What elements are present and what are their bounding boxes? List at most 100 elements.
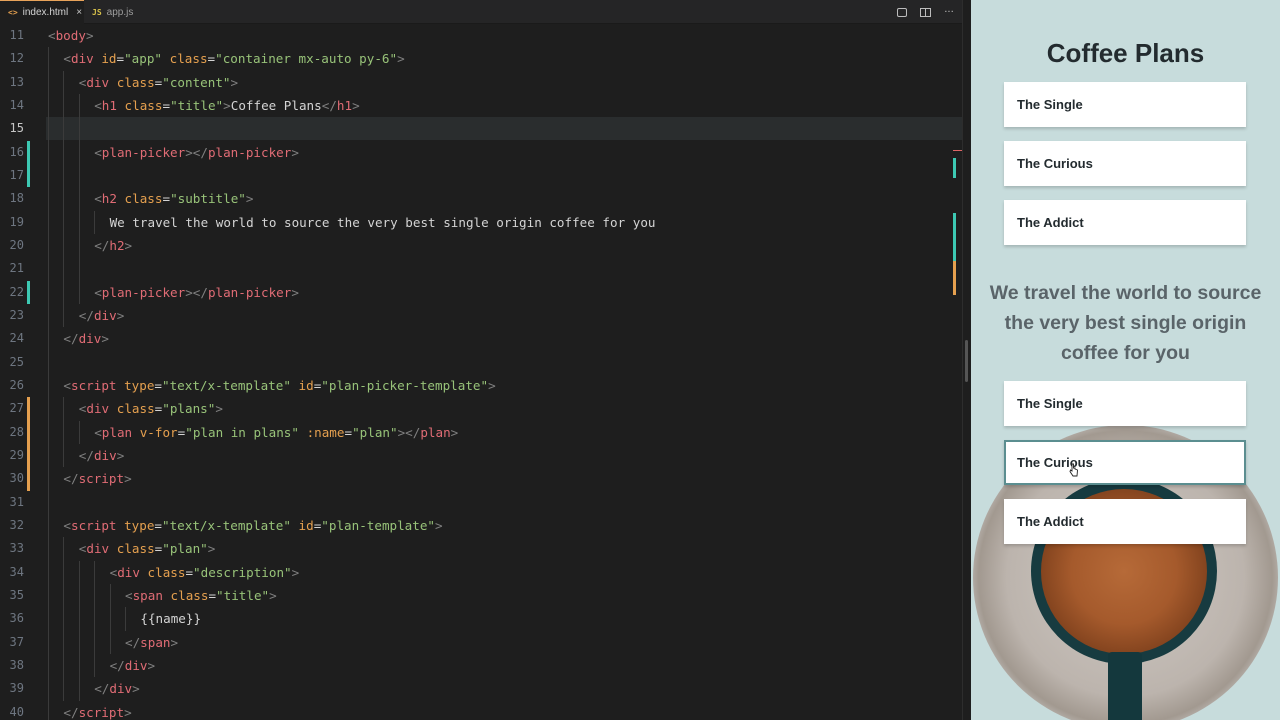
line-number: 28 xyxy=(9,424,24,439)
code-line[interactable]: <plan v-for="plan in plans" :name="plan"… xyxy=(94,421,458,444)
code-line[interactable]: </div> xyxy=(79,444,125,467)
editor-scrollbar-thumb[interactable] xyxy=(965,340,968,382)
code-line[interactable]: <script type="text/x-template" id="plan-… xyxy=(63,514,442,537)
indent-guide xyxy=(78,93,80,304)
code-line[interactable]: <div class="description"> xyxy=(110,561,300,584)
code-line[interactable]: </span> xyxy=(125,631,178,654)
line-number: 14 xyxy=(9,97,24,112)
code-token: > xyxy=(450,424,459,440)
code-line[interactable]: <plan-picker></plan-picker> xyxy=(94,281,299,304)
line-number: 18 xyxy=(9,191,24,206)
line-number: 34 xyxy=(9,564,24,579)
plan-card-addict[interactable]: The Addict xyxy=(1004,499,1246,544)
code-line[interactable]: <div id="app" class="container mx-auto p… xyxy=(63,47,404,70)
code-line[interactable]: <h2 class="subtitle"> xyxy=(94,187,253,210)
code-line[interactable]: <div class="content"> xyxy=(79,71,238,94)
plan-card-single[interactable]: The Single xyxy=(1004,82,1246,127)
code-token: span xyxy=(140,634,171,650)
code-token: plan-picker xyxy=(207,284,292,300)
code-line[interactable]: <plan-picker></plan-picker> xyxy=(94,141,299,164)
tab-label: index.html xyxy=(22,7,69,18)
indent-guide xyxy=(94,560,96,678)
line-number: 36 xyxy=(9,611,24,626)
gutter-change-marker xyxy=(27,280,30,304)
code-line[interactable]: </script> xyxy=(63,467,131,490)
more-actions-icon[interactable]: ··· xyxy=(944,7,954,18)
code-token: > xyxy=(291,284,299,300)
code-line[interactable]: </div> xyxy=(79,304,125,327)
code-token: > xyxy=(101,331,109,347)
code-token: = xyxy=(207,51,216,67)
line-number: 37 xyxy=(9,634,24,649)
code-token: class xyxy=(170,587,209,603)
indent-guide xyxy=(63,397,65,468)
indent-guide xyxy=(94,210,96,234)
code-line[interactable]: <script type="text/x-template" id="plan-… xyxy=(63,374,495,397)
indent-guide xyxy=(63,70,65,328)
split-editor-icon[interactable] xyxy=(920,7,931,17)
code-line[interactable]: </div> xyxy=(94,677,140,700)
open-changes-icon[interactable] xyxy=(897,7,907,17)
code-line[interactable]: </div> xyxy=(63,327,109,350)
plan-card-single[interactable]: The Single xyxy=(1004,381,1246,426)
code-editor[interactable]: <> index.html × JS app.js ··· 11 12 13 14 15… xyxy=(0,0,962,720)
plan-card-curious[interactable]: The Curious xyxy=(1004,141,1246,186)
code-token: </ xyxy=(63,704,79,720)
code-token: plan-picker xyxy=(207,144,292,160)
plan-card-addict[interactable]: The Addict xyxy=(1004,200,1246,245)
line-number: 33 xyxy=(9,541,24,556)
code-token: "plan" xyxy=(162,541,208,557)
plan-card-curious-hovered[interactable]: The Curious xyxy=(1004,440,1246,485)
code-token: "plan-picker-template" xyxy=(321,377,489,393)
code-token: < xyxy=(63,517,71,533)
code-token: ></ xyxy=(185,144,208,160)
line-number: 16 xyxy=(9,144,24,159)
code-line[interactable]: <h1 class="title">Coffee Plans</h1> xyxy=(94,94,359,117)
code-line[interactable]: </h2> xyxy=(94,234,132,257)
code-token: :name xyxy=(306,424,345,440)
code-line[interactable]: <div class="plan"> xyxy=(79,537,216,560)
code-token: "subtitle" xyxy=(170,191,246,207)
code-token: > xyxy=(124,237,133,253)
tab-index-html[interactable]: <> index.html × xyxy=(0,0,84,24)
code-line[interactable]: <div class="plans"> xyxy=(79,397,223,420)
code-token: > xyxy=(207,541,216,557)
code-token: script xyxy=(70,517,117,533)
code-token: < xyxy=(63,51,71,67)
code-line[interactable]: </div> xyxy=(110,654,156,677)
code-line[interactable]: We travel the world to source the very b… xyxy=(110,211,656,234)
code-token: v-for xyxy=(139,424,178,440)
code-area[interactable]: <body> <div id="app" class="container mx-… xyxy=(48,24,962,720)
line-number: 26 xyxy=(9,377,24,392)
code-line[interactable]: <span class="title"> xyxy=(125,584,277,607)
overview-ruler-error xyxy=(953,150,962,151)
code-token: class xyxy=(116,541,155,557)
code-token: </ xyxy=(63,471,79,487)
page-subtitle: We travel the world to source the very b… xyxy=(989,282,1262,364)
code-token: h1 xyxy=(101,97,117,113)
editor-tab-bar: <> index.html × JS app.js ··· xyxy=(0,0,962,24)
code-line[interactable]: {{name}} xyxy=(140,607,201,630)
code-token: class xyxy=(147,564,186,580)
gutter-change-marker xyxy=(27,140,30,188)
code-token: div xyxy=(86,541,110,557)
code-line[interactable]: </script> xyxy=(63,701,131,720)
code-token: < xyxy=(94,284,102,300)
code-token: id xyxy=(101,51,117,67)
tab-app-js[interactable]: JS app.js xyxy=(84,0,154,24)
code-line[interactable]: <body> xyxy=(48,24,94,47)
code-token: > xyxy=(223,97,231,113)
code-token: id xyxy=(298,377,314,393)
line-number: 22 xyxy=(9,284,24,299)
code-token: = xyxy=(162,191,171,207)
code-token: > xyxy=(170,634,179,650)
code-token: div xyxy=(70,51,94,67)
close-icon[interactable]: × xyxy=(76,7,82,18)
code-token: id xyxy=(298,517,314,533)
